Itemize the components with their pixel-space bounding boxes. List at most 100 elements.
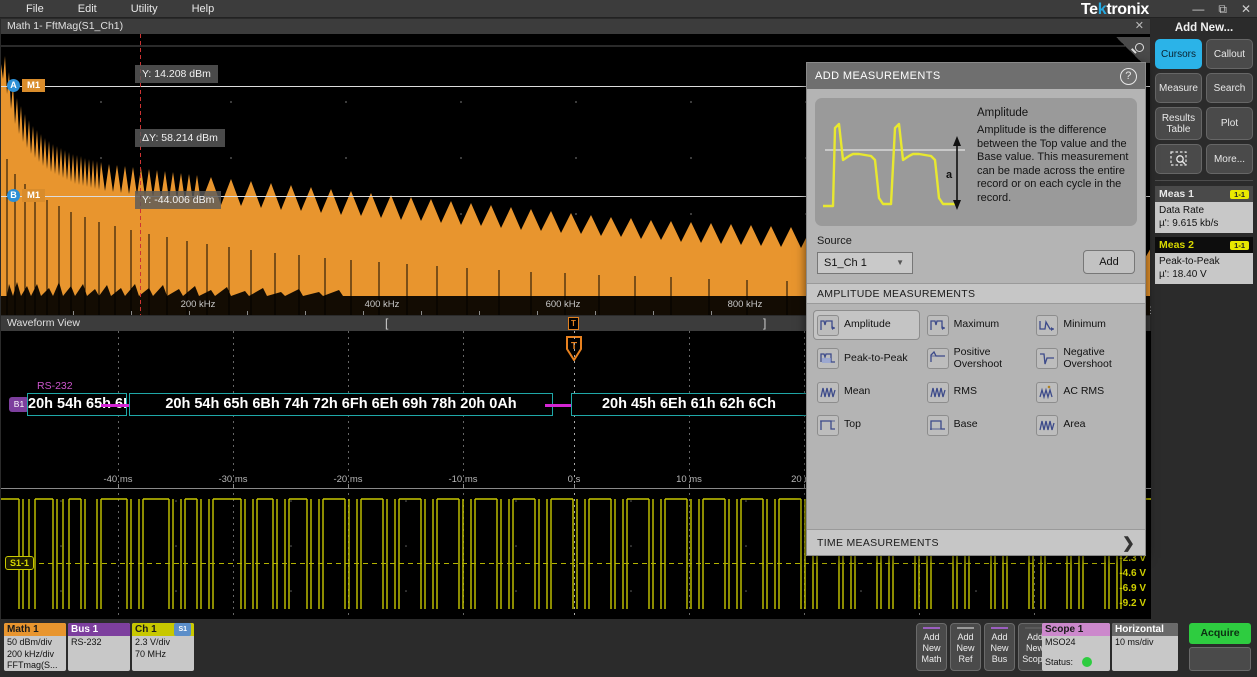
sidebar-button-plot[interactable]: Plot	[1206, 107, 1253, 140]
measurement-maximum[interactable]: Maximum	[923, 310, 1030, 340]
help-icon[interactable]: ?	[1120, 68, 1137, 85]
measurement-negative-overshoot[interactable]: Negative Overshoot	[1032, 343, 1139, 374]
add-button[interactable]: Add	[1083, 250, 1135, 274]
horizontal-badge[interactable]: Horizontal 10 ms/div	[1112, 623, 1178, 671]
drag-handle-dots[interactable]: ⋮	[1146, 308, 1155, 313]
measurement-base-label: Base	[954, 419, 978, 431]
add-ref-l2: New	[951, 643, 980, 654]
meas-1-title: Meas 1	[1159, 188, 1194, 200]
measurement-minimum[interactable]: Minimum	[1032, 310, 1139, 340]
measurement-badge-2[interactable]: Meas 2 1-1 Peak-to-Peak µ': 18.40 V	[1155, 237, 1253, 284]
scope-title: Scope 1	[1042, 623, 1110, 636]
source-select[interactable]: S1_Ch 1 ▼	[817, 252, 913, 274]
measurement-peak-to-peak[interactable]: Peak-to-Peak	[813, 343, 920, 374]
measurement-info-text: Amplitude Amplitude is the difference be…	[975, 98, 1137, 226]
sidebar-divider	[1155, 180, 1253, 181]
measurement-rms-label: RMS	[954, 386, 977, 398]
acquire-secondary-panel[interactable]	[1189, 647, 1251, 671]
measurement-amplitude[interactable]: Amplitude	[813, 310, 920, 340]
math-view-close-icon[interactable]: ✕	[1135, 19, 1144, 34]
measurement-positive-overshoot[interactable]: Positive Overshoot	[923, 343, 1030, 374]
amplitude-annotation: a	[946, 169, 953, 181]
cursor-b-source: M1	[22, 189, 45, 202]
measurement-rms[interactable]: RMS	[923, 377, 1030, 407]
time-label-3: -10 ms	[448, 474, 477, 485]
math-1-badge[interactable]: Math 1 50 dBm/div 200 kHz/div FFTmag(S..…	[4, 623, 66, 671]
zoom-magnifier-icon[interactable]	[1108, 37, 1150, 63]
sidebar-button-search[interactable]: Search	[1206, 73, 1253, 103]
time-label-4: 0 s	[568, 474, 581, 485]
maximum-icon	[927, 315, 949, 336]
close-icon[interactable]: ✕	[1241, 0, 1251, 18]
info-description: Amplitude is the difference between the …	[977, 124, 1129, 205]
meas-2-body: Peak-to-Peak µ': 18.40 V	[1155, 253, 1253, 284]
meas-2-name: Peak-to-Peak	[1159, 255, 1249, 268]
sidebar-button-zoom-select[interactable]	[1155, 144, 1202, 174]
measurement-mean[interactable]: Mean	[813, 377, 920, 407]
cursor-a-badge[interactable]: A M1	[7, 79, 45, 92]
sidebar-button-callout[interactable]: Callout	[1206, 39, 1253, 69]
area-icon	[1036, 415, 1058, 436]
add-ref-l3: Ref	[951, 654, 980, 665]
math-1-line-1: 200 kHz/div	[7, 649, 63, 661]
acquire-button[interactable]: Acquire	[1189, 623, 1251, 644]
measurement-top[interactable]: Top	[813, 410, 920, 440]
math-1-line-0: 50 dBm/div	[7, 637, 63, 649]
cursor-b-badge[interactable]: B M1	[7, 189, 45, 202]
add-new-math-button[interactable]: Add New Math	[916, 623, 947, 671]
time-label-1: -30 ms	[218, 474, 247, 485]
amplitude-measurement-grid: Amplitude Maximum Minimum Peak-to-Peak	[807, 304, 1145, 440]
cursor-a-readout: Y: 14.208 dBm	[135, 65, 218, 83]
voltage-label-1: -4.6 V	[1119, 568, 1146, 579]
bus-packet-2[interactable]: 20h 45h 6Eh 61h 62h 6Ch	[571, 393, 807, 416]
trigger-marker-small[interactable]: T	[568, 317, 579, 330]
measurement-badge-1[interactable]: Meas 1 1-1 Data Rate µ': 9.615 kb/s	[1155, 186, 1253, 233]
menu-bar: File Edit Utility Help Tektronix — ⧉ ✕	[0, 0, 1257, 18]
ch-1-badge-title: Ch 1 S1	[132, 623, 194, 636]
meas-2-title: Meas 2	[1159, 239, 1194, 251]
freq-label-1: 400 kHz	[365, 299, 400, 310]
add-new-bus-button[interactable]: Add New Bus	[984, 623, 1015, 671]
bus-packet-1[interactable]: 20h 54h 65h 6Bh 74h 72h 6Fh 6Eh 69h 78h …	[129, 393, 553, 416]
minimize-icon[interactable]: —	[1192, 0, 1204, 18]
peak-to-peak-icon	[817, 348, 839, 369]
ch-1-line-1: 70 MHz	[135, 649, 191, 661]
measurement-minimum-label: Minimum	[1063, 319, 1106, 331]
ch-1-title: Ch 1	[135, 623, 157, 636]
meas-2-source-badge: 1-1	[1230, 241, 1249, 250]
measurement-area[interactable]: Area	[1032, 410, 1139, 440]
measurement-ac-rms[interactable]: AC RMS	[1032, 377, 1139, 407]
add-measurements-dialog[interactable]: ADD MEASUREMENTS ? a Amplitude Amplitude…	[806, 62, 1146, 556]
sidebar-button-grid: Cursors Callout Measure Search Results T…	[1151, 39, 1257, 174]
ch-1-tag: S1	[174, 623, 191, 636]
info-title: Amplitude	[977, 107, 1129, 119]
cursor-a-source: M1	[22, 79, 45, 92]
negative-overshoot-icon	[1036, 348, 1058, 369]
time-label-2: -20 ms	[333, 474, 362, 485]
scope-badge[interactable]: Scope 1 MSO24 Status:	[1042, 623, 1110, 671]
measurement-base[interactable]: Base	[923, 410, 1030, 440]
sidebar-button-more[interactable]: More...	[1206, 144, 1253, 174]
menu-item-file[interactable]: File	[18, 0, 52, 18]
menu-item-help[interactable]: Help	[184, 0, 223, 18]
sidebar-button-measure[interactable]: Measure	[1155, 73, 1202, 103]
bus-badge-b1[interactable]: B1	[9, 397, 29, 412]
measurement-area-label: Area	[1063, 419, 1085, 431]
delta-readout: ΔY: 58.214 dBm	[135, 129, 225, 147]
ch-1-badge[interactable]: Ch 1 S1 2.3 V/div 70 MHz	[132, 623, 194, 671]
positive-overshoot-icon	[927, 348, 949, 369]
measurement-peak-to-peak-label: Peak-to-Peak	[844, 353, 908, 365]
restore-icon[interactable]: ⧉	[1218, 0, 1227, 18]
cursor-a-label: A	[7, 79, 20, 92]
time-measurements-section[interactable]: TIME MEASUREMENTS ❯	[807, 529, 1145, 555]
menu-item-edit[interactable]: Edit	[70, 0, 105, 18]
sidebar-button-results-table[interactable]: Results Table	[1155, 107, 1202, 140]
measurement-mean-label: Mean	[844, 386, 870, 398]
bus-1-badge[interactable]: Bus 1 RS-232	[68, 623, 130, 671]
add-bus-l2: New	[985, 643, 1014, 654]
add-new-ref-button[interactable]: Add New Ref	[950, 623, 981, 671]
meas-1-header: Meas 1 1-1	[1155, 186, 1253, 202]
menu-item-utility[interactable]: Utility	[123, 0, 166, 18]
channel-badge-s1-1[interactable]: S1-1	[5, 556, 34, 570]
sidebar-button-cursors[interactable]: Cursors	[1155, 39, 1202, 69]
